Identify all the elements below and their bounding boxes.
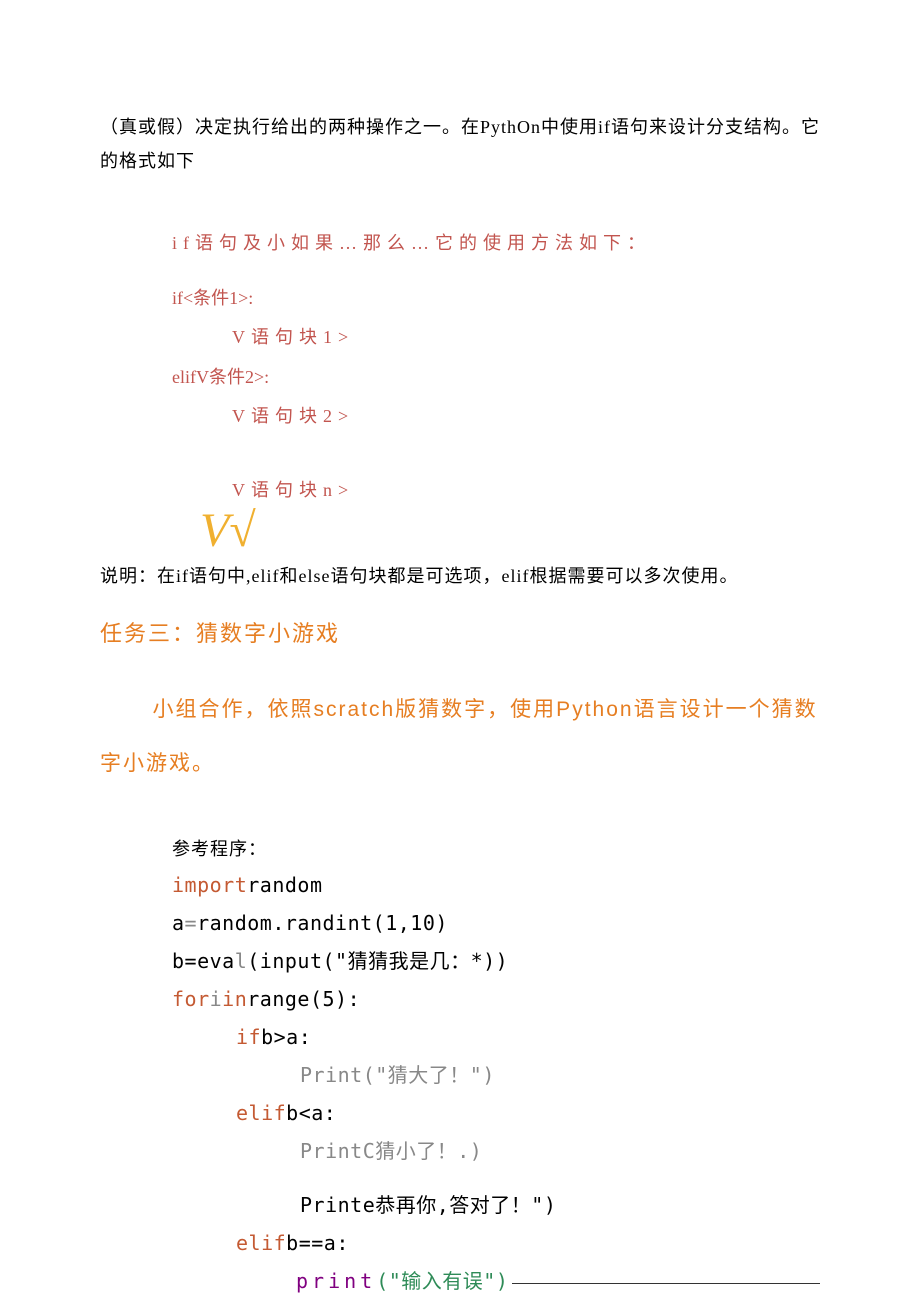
code-line-10: elifb==a: (172, 1224, 820, 1262)
code-line-1: importrandom (172, 866, 820, 904)
if-syntax-heading: if语句及小如果…那么…它的使用方法如下： (100, 226, 820, 260)
if-line: if<条件1>: (172, 279, 820, 319)
code-line-9: Printe恭再你,答对了！") (172, 1186, 820, 1224)
code-line-4: foriinrange(5): (172, 980, 820, 1018)
cond-blta: b<a: (286, 1101, 336, 1125)
cond-beqa: b==a: (286, 1231, 349, 1255)
block2-line: V语句块2> (172, 397, 820, 437)
block1-line: V语句块1> (172, 318, 820, 358)
code-line-11: print("输入有误") (172, 1262, 820, 1300)
string-err: ("输入有误") (376, 1262, 508, 1300)
keyword-for: for (172, 987, 210, 1011)
keyword-elif-2: elif (236, 1231, 286, 1255)
var-a: a (172, 911, 185, 935)
code-line-8: PrintC猜小了！.) (172, 1132, 820, 1170)
v-root-symbol: V√ (100, 507, 820, 555)
task-three-body: 小组合作，依照scratch版猜数字，使用Python语言设计一个猜数字小游戏。 (100, 683, 820, 792)
keyword-in: in (222, 987, 247, 1011)
code-l3a: b=eva (172, 949, 235, 973)
module-random: random (247, 873, 322, 897)
if-note: 说明：在if语句中,elif和else语句块都是可选项，elif根据需要可以多次… (100, 559, 820, 593)
keyword-if: if (236, 1025, 261, 1049)
keyword-elif-1: elif (236, 1101, 286, 1125)
intro-paragraph: （真或假）决定执行给出的两种操作之一。在PythOn中使用if语句来设计分支结构… (100, 110, 820, 178)
task-three-title: 任务三：猜数字小游戏 (100, 613, 820, 655)
if-syntax-block: if<条件1>: V语句块1> elifV条件2>: V语句块2> V语句块n> (100, 279, 820, 511)
code-block: importrandom a=random.randint(1,10) b=ev… (100, 866, 820, 1300)
var-i: i (210, 987, 223, 1011)
code-l9: Printe恭再你,答对了！") (300, 1193, 556, 1217)
code-line-2: a=random.randint(1,10) (172, 904, 820, 942)
code-line-6: Print("猜大了！") (172, 1056, 820, 1094)
elif-line: elifV条件2>: (172, 358, 820, 398)
op-assign: = (185, 911, 198, 935)
code-line-7: elifb<a: (172, 1094, 820, 1132)
code-line-3: b=eval(input("猜猜我是几：*)) (172, 942, 820, 980)
call-range: range(5): (247, 987, 360, 1011)
code-l3c: (input("猜猜我是几：*)) (247, 949, 508, 973)
keyword-import: import (172, 873, 247, 897)
cond-bgta: b>a: (261, 1025, 311, 1049)
code-line-5: ifb>a: (172, 1018, 820, 1056)
reference-label: 参考程序： (100, 832, 820, 866)
func-print: print (296, 1262, 376, 1300)
call-randint: random.randint(1,10) (197, 911, 448, 935)
blockn-line: V语句块n> (172, 471, 820, 511)
underline-fill (512, 1283, 820, 1284)
code-l3b: l (235, 949, 248, 973)
